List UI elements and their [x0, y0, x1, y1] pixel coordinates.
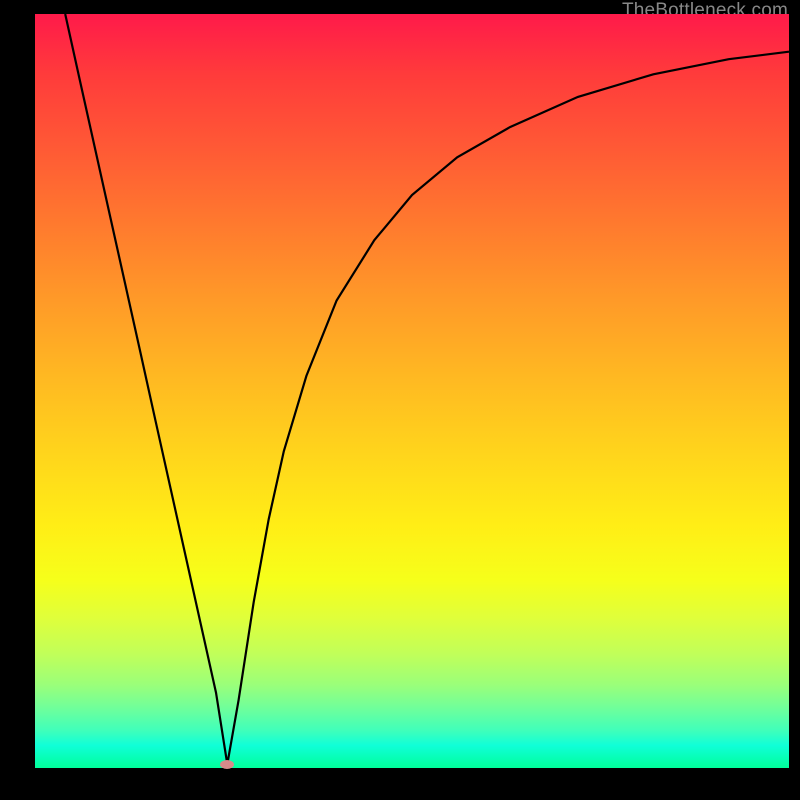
chart-area [35, 14, 789, 768]
bottleneck-curve [35, 14, 789, 768]
